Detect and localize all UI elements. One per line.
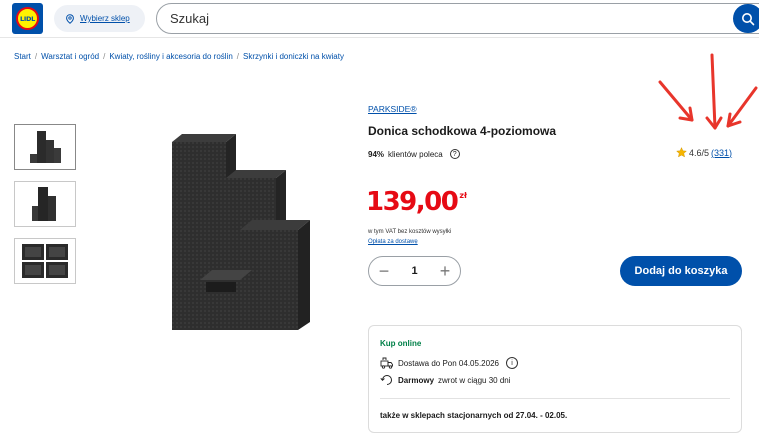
in-store-availability: także w sklepach stacjonarnych od 27.04.…	[380, 411, 568, 420]
recommend-rate: 94% klientów poleca ?	[368, 149, 460, 159]
add-to-cart-button[interactable]: Dodaj do koszyka	[620, 256, 742, 286]
quantity-value[interactable]: 1	[411, 265, 417, 277]
minus-icon[interactable]: −	[377, 262, 391, 280]
buy-online-heading: Kup online	[380, 339, 422, 348]
product-image	[172, 134, 310, 330]
logo-text: LIDL	[20, 14, 35, 23]
info-icon[interactable]: i	[505, 357, 518, 369]
search-icon	[742, 12, 755, 25]
breadcrumb-item[interactable]: Start	[14, 52, 31, 61]
search-button[interactable]	[733, 4, 759, 33]
recommend-percent: 94%	[368, 149, 385, 159]
choose-store-label: Wybierz sklep	[80, 14, 130, 23]
choose-store-button[interactable]: Wybierz sklep	[54, 5, 145, 32]
planter-thumbnail-image	[32, 187, 56, 221]
rating-value: 4.6/5	[689, 147, 710, 158]
breadcrumb-separator: /	[103, 52, 106, 61]
breadcrumb-item[interactable]: Kwiaty, rośliny i akcesoria do roślin	[109, 52, 232, 61]
rating: 4.6/5 (331)	[676, 147, 732, 158]
delivery-date-text: Dostawa do Pon 04.05.2026	[398, 358, 499, 368]
search-placeholder: Szukaj	[170, 11, 210, 26]
thumbnail-2[interactable]	[14, 181, 76, 227]
return-icon	[380, 375, 392, 385]
return-free-label: Darmowy	[398, 375, 435, 385]
breadcrumb: Start / Warsztat i ogród / Kwiaty, rośliny i…	[14, 52, 344, 61]
return-row: Darmowy zwrot w ciągu 30 dni	[380, 374, 511, 386]
planter-thumbnail-image	[22, 244, 68, 278]
breadcrumb-item[interactable]: Warsztat i ogród	[41, 52, 99, 61]
thumbnail-1[interactable]	[14, 124, 76, 170]
header: LIDL Wybierz sklep Szukaj	[0, 0, 759, 38]
divider	[380, 398, 730, 399]
recommend-text: klientów poleca	[388, 149, 443, 159]
price: 139,00 zł	[366, 189, 467, 215]
delivery-box: Kup online Dostawa do Pon 04.05.2026 i D…	[368, 325, 742, 433]
rating-count-link[interactable]: (331)	[711, 148, 732, 158]
price-currency: zł	[459, 191, 467, 200]
price-value: 139,00	[366, 187, 459, 217]
product-title: Donica schodkowa 4-poziomowa	[368, 124, 557, 138]
delivery-fee-link[interactable]: Opłata za dostawę	[368, 239, 418, 245]
annotation-arrows	[658, 53, 758, 130]
return-text: zwrot w ciągu 30 dni	[438, 375, 511, 385]
breadcrumb-separator: /	[236, 52, 240, 61]
breadcrumb-item[interactable]: Skrzynki i doniczki na kwiaty	[243, 52, 344, 61]
search-input[interactable]: Szukaj	[156, 3, 759, 34]
delivery-row: Dostawa do Pon 04.05.2026 i	[380, 357, 518, 369]
thumbnail-3[interactable]	[14, 238, 76, 284]
plus-icon[interactable]: +	[438, 262, 452, 280]
vat-note: w tym VAT bez kosztów wysyłki	[368, 229, 452, 235]
breadcrumb-separator: /	[34, 52, 38, 61]
brand-link[interactable]: PARKSIDE®	[368, 104, 417, 114]
quantity-stepper: − 1 +	[368, 256, 461, 286]
location-pin-icon	[66, 13, 74, 24]
delivery-truck-icon	[380, 357, 393, 369]
info-icon[interactable]: ?	[449, 149, 460, 159]
star-icon	[676, 147, 687, 158]
lidl-logo[interactable]: LIDL	[12, 3, 43, 34]
planter-thumbnail-image	[30, 131, 61, 163]
